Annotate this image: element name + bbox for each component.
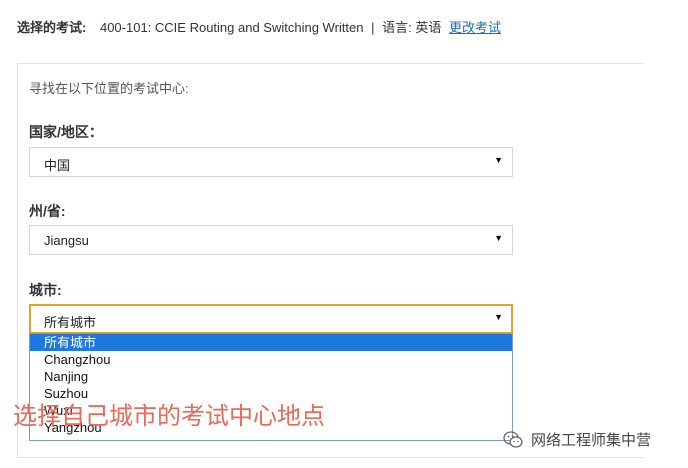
change-exam-link[interactable]: 更改考试 [449,20,501,35]
separator: | [371,20,375,35]
watermark: 网络工程师集中营 [503,429,651,450]
city-option-nanjing[interactable]: Nanjing [30,368,512,385]
city-select[interactable]: 所有城市 ▼ [29,304,513,334]
state-select-value: Jiangsu [44,233,89,248]
annotation-caption: 选择自己城市的考试中心地点 [13,402,325,430]
search-intro: 寻找在以下位置的考试中心: [29,81,189,96]
exam-name: 400-101: CCIE Routing and Switching Writ… [99,20,364,35]
country-select-value: 中国 [44,158,71,173]
language-text: 语言: 英语 [382,20,442,35]
country-select[interactable]: 中国 ▼ [29,147,513,177]
country-label: 国家/地区： [29,124,103,140]
wechat-icon [503,430,523,448]
city-label: 城市: [29,282,62,298]
city-option-changzhou[interactable]: Changzhou [30,351,512,368]
state-label: 州/省: [29,203,66,219]
city-option-all[interactable]: 所有城市 [30,334,512,351]
caret-down-icon: ▼ [494,312,503,322]
caret-down-icon: ▼ [494,233,503,243]
exam-info-bar: 选择的考试: 400-101: CCIE Routing and Switchi… [17,18,677,38]
state-select[interactable]: Jiangsu ▼ [29,225,513,255]
caret-down-icon: ▼ [494,155,503,165]
city-select-value: 所有城市 [44,315,97,330]
watermark-text: 网络工程师集中营 [531,432,652,449]
selected-exam-label: 选择的考试: [17,20,87,35]
